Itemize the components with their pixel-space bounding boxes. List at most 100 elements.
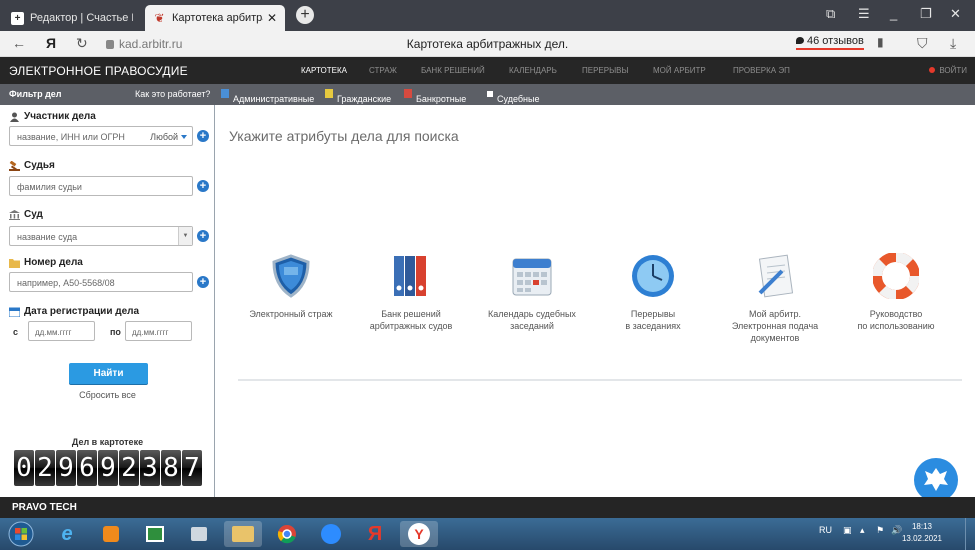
- court-label: Суд: [9, 209, 43, 220]
- placeholder: дд.мм.гггг: [132, 328, 169, 337]
- label-text: Участник дела: [24, 111, 96, 122]
- menu-icon[interactable]: ☰: [858, 6, 870, 22]
- taskbar-media[interactable]: [92, 521, 130, 547]
- browser-tab-strip: + Редактор | Счастье Есть! | ❦ Картотека…: [0, 0, 975, 31]
- service-moy-arbitr[interactable]: Мой арбитр. Электронная подача документо…: [715, 253, 835, 344]
- nav-pereryvy[interactable]: ПЕРЕРЫВЫ: [582, 66, 629, 75]
- site-header: ЭЛЕКТРОННОЕ ПРАВОСУДИЕ КАРТОТЕКА СТРАЖ Б…: [0, 57, 975, 84]
- protect-icon[interactable]: ⛉: [917, 35, 928, 52]
- nav-bank-resheniy[interactable]: БАНК РЕШЕНИЙ: [421, 66, 485, 75]
- volume-icon[interactable]: 🔊: [891, 525, 902, 536]
- orders-icon: [487, 91, 493, 97]
- tab-title: Редактор | Счастье Есть! |: [30, 12, 133, 24]
- tab-title: Картотека арбитражны: [172, 12, 263, 24]
- court-select[interactable]: название суда ▼: [9, 226, 193, 246]
- tray-expand-icon[interactable]: ▴: [860, 525, 865, 536]
- nav-kalendar[interactable]: КАЛЕНДАРЬ: [509, 66, 557, 75]
- language-indicator[interactable]: RU: [819, 525, 832, 535]
- reset-all-link[interactable]: Сбросить все: [0, 390, 215, 400]
- yandex-icon[interactable]: Я: [46, 35, 56, 51]
- case-number-input[interactable]: например, А50-5568/08: [9, 272, 193, 292]
- type-bankruptcy[interactable]: Банкротные: [404, 89, 466, 104]
- close-window-icon[interactable]: ✕: [950, 6, 961, 22]
- service-guide[interactable]: Руководство по использованию: [836, 252, 956, 332]
- participant-input[interactable]: название, ИНН или ОГРН Любой: [9, 126, 193, 146]
- nav-proverka-ep[interactable]: ПРОВЕРКА ЭП: [733, 66, 790, 75]
- taskbar-chrome[interactable]: [268, 521, 306, 547]
- taskbar-ie[interactable]: e: [48, 521, 86, 547]
- placeholder: фамилия судьи: [17, 182, 82, 192]
- browser-tab-kad[interactable]: ❦ Картотека арбитражны ✕: [145, 5, 285, 31]
- service-strazh[interactable]: Электронный страж: [231, 253, 351, 320]
- find-button[interactable]: Найти: [69, 363, 148, 384]
- taskbar-explorer[interactable]: [224, 521, 262, 547]
- label-text: Дата регистрации дела: [24, 306, 140, 317]
- taskbar-yandex-browser[interactable]: Y: [400, 521, 438, 547]
- download-icon[interactable]: ⤓: [950, 35, 956, 52]
- zoom-icon: [321, 524, 341, 544]
- add-case-number-button[interactable]: +: [197, 276, 209, 288]
- counter-digit: 8: [161, 450, 181, 486]
- start-button[interactable]: [4, 521, 38, 547]
- url-field[interactable]: kad.arbitr.ru: [106, 37, 182, 51]
- type-label: Гражданские: [337, 94, 392, 104]
- date-to-label: по: [110, 327, 121, 337]
- service-bank-resheniy[interactable]: Банк решений арбитражных судов: [351, 253, 471, 332]
- tabs-menu-icon[interactable]: ⧉: [826, 6, 835, 22]
- login-link[interactable]: ВОЙТИ: [929, 66, 967, 75]
- yandex-taskbar-icon: Я: [367, 522, 383, 545]
- date-to-input[interactable]: дд.мм.гггг: [125, 321, 192, 341]
- emblem-help-button[interactable]: [914, 458, 958, 502]
- counter-digit: 0: [14, 450, 34, 486]
- reload-icon[interactable]: ↻: [76, 35, 88, 52]
- filter-bar: Фильтр дел Как это работает? Администрат…: [0, 84, 975, 114]
- type-court-orders[interactable]: Судебные поручения: [487, 89, 541, 114]
- browser-tab-editor[interactable]: + Редактор | Счастье Есть! |: [3, 5, 141, 31]
- yandex-browser-icon: Y: [408, 523, 430, 545]
- close-tab-icon[interactable]: ✕: [267, 11, 277, 25]
- judge-label: Судья: [9, 160, 55, 171]
- clock-icon: [632, 255, 674, 297]
- site-brand[interactable]: ЭЛЕКТРОННОЕ ПРАВОСУДИЕ: [9, 64, 188, 78]
- back-icon[interactable]: ←: [12, 35, 26, 51]
- counter-digit: 2: [35, 450, 55, 486]
- network-icon: [191, 527, 207, 541]
- url-text: kad.arbitr.ru: [119, 37, 183, 51]
- participant-type-select[interactable]: Любой: [150, 132, 187, 142]
- show-desktop-button[interactable]: [965, 518, 975, 550]
- taskbar-zoom[interactable]: [312, 521, 350, 547]
- folder-taskbar-icon: [232, 526, 254, 542]
- type-civil[interactable]: Гражданские: [325, 89, 391, 104]
- new-tab-button[interactable]: +: [296, 6, 314, 24]
- bookmark-icon[interactable]: ▮: [877, 35, 884, 49]
- tray-app-icon[interactable]: ▣: [843, 525, 852, 536]
- taskbar-clock[interactable]: 18:13 13.02.2021: [902, 521, 942, 545]
- add-court-button[interactable]: +: [197, 230, 209, 242]
- placeholder: дд.мм.гггг: [35, 328, 72, 337]
- divider: [238, 379, 962, 381]
- calendar-big-icon: [512, 258, 552, 296]
- media-player-icon: [103, 526, 119, 542]
- reviews-badge[interactable]: 46 отзывов: [796, 35, 864, 50]
- type-administrative[interactable]: Административные: [221, 89, 314, 104]
- add-judge-button[interactable]: +: [197, 180, 209, 192]
- judge-input[interactable]: фамилия судьи: [9, 176, 193, 196]
- nav-strazh[interactable]: СТРАЖ: [369, 66, 397, 75]
- pravo-tech-logo: PRAVO TECH: [12, 502, 77, 513]
- add-participant-button[interactable]: +: [197, 130, 209, 142]
- how-it-works-link[interactable]: Как это работает?: [135, 89, 210, 99]
- taskbar-excel[interactable]: [136, 521, 174, 547]
- lock-icon: [106, 40, 114, 50]
- nav-kartoteka[interactable]: КАРТОТЕКА: [301, 66, 347, 75]
- taskbar-yandex[interactable]: Я: [356, 521, 394, 547]
- service-pereryvy[interactable]: Перерывы в заседаниях: [593, 253, 713, 332]
- reg-date-label: Дата регистрации дела: [9, 306, 139, 317]
- taskbar-app[interactable]: [180, 521, 218, 547]
- nav-moy-arbitr[interactable]: МОЙ АРБИТР: [653, 66, 706, 75]
- minimize-icon[interactable]: _: [890, 6, 897, 21]
- restore-icon[interactable]: ❐: [920, 6, 932, 22]
- clock-time: 18:13: [911, 522, 932, 531]
- action-center-flag-icon[interactable]: ⚑: [876, 525, 884, 536]
- date-from-input[interactable]: дд.мм.гггг: [28, 321, 95, 341]
- service-calendar[interactable]: Календарь судебных заседаний: [472, 253, 592, 332]
